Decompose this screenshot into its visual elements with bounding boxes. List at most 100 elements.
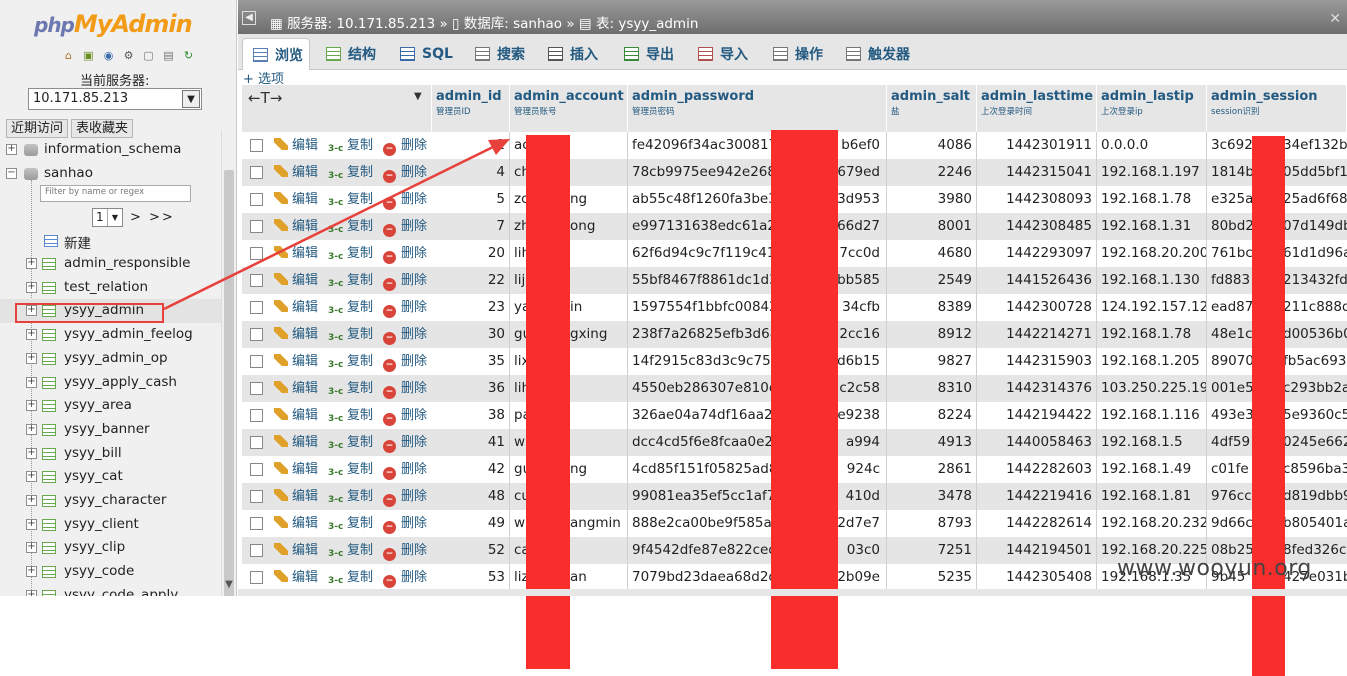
copy-button[interactable]: 3-c 复制	[328, 132, 373, 159]
cell-admin-id[interactable]: 53	[432, 564, 510, 591]
delete-button[interactable]: − 删除	[383, 537, 427, 564]
column-name[interactable]: admin_id	[436, 89, 502, 104]
cell-admin-lastip[interactable]: 103.250.225.195	[1097, 375, 1207, 402]
cell-admin-salt[interactable]: 8224	[887, 402, 977, 429]
tree-table-ysyy_character[interactable]: + ysyy_character	[0, 489, 222, 513]
copy-button[interactable]: 3-c 复制	[328, 348, 373, 375]
cell-admin-id[interactable]: 35	[432, 348, 510, 375]
row-checkbox[interactable]	[250, 193, 263, 206]
cell-admin-password[interactable]: 78cb9975ee942e2686 2679ed	[628, 159, 887, 186]
recent-tab[interactable]: 近期访问	[6, 119, 69, 138]
column-name[interactable]: admin_lastip	[1101, 89, 1194, 104]
cell-admin-lastip[interactable]: 192.168.1.78	[1097, 321, 1207, 348]
cell-admin-salt[interactable]: 4913	[887, 429, 977, 456]
column-header-admin_id[interactable]: admin_id 管理员ID	[432, 85, 510, 132]
cell-admin-lasttime[interactable]: 1442214271	[977, 321, 1097, 348]
tree-table-ysyy_apply_cash[interactable]: + ysyy_apply_cash	[0, 371, 222, 395]
cell-admin-id[interactable]: 36	[432, 375, 510, 402]
cell-admin-lasttime[interactable]: 1442194422	[977, 402, 1097, 429]
cell-admin-password[interactable]: 326ae04a74df16aa29 e9238	[628, 402, 887, 429]
reload-icon[interactable]: ↻	[180, 47, 197, 64]
cell-admin-id[interactable]: 49	[432, 510, 510, 537]
cell-admin-lastip[interactable]: 192.168.1.49	[1097, 456, 1207, 483]
cell-admin-lasttime[interactable]: 1442194501	[977, 537, 1097, 564]
edit-button[interactable]: 编辑	[274, 348, 318, 375]
column-header-admin_lastip[interactable]: admin_lastip 上次登录ip	[1097, 85, 1207, 132]
delete-button[interactable]: − 删除	[383, 267, 427, 294]
copy-button[interactable]: 3-c 复制	[328, 483, 373, 510]
delete-button[interactable]: − 删除	[383, 186, 427, 213]
delete-button[interactable]: − 删除	[383, 564, 427, 591]
tree-db-sanhao[interactable]: − sanhao	[0, 162, 222, 186]
edit-button[interactable]: 编辑	[274, 267, 318, 294]
horizontal-scrollbar[interactable]	[238, 589, 1347, 596]
cell-admin-id[interactable]: 1	[432, 132, 510, 159]
tab-structure[interactable]: 结构	[316, 38, 384, 70]
cell-admin-lastip[interactable]: 192.168.1.5	[1097, 429, 1207, 456]
cell-admin-lasttime[interactable]: 1442219416	[977, 483, 1097, 510]
page-select[interactable]: 1 ▼	[92, 208, 123, 227]
tab-insert[interactable]: 插入	[538, 38, 608, 70]
edit-button[interactable]: 编辑	[274, 456, 318, 483]
cell-admin-lastip[interactable]: 192.168.1.81	[1097, 483, 1207, 510]
tree-table-ysyy_bill[interactable]: + ysyy_bill	[0, 442, 222, 466]
scroll-down-icon[interactable]: ▼	[223, 579, 235, 590]
cell-admin-id[interactable]: 52	[432, 537, 510, 564]
tree-table-ysyy_admin_op[interactable]: + ysyy_admin_op	[0, 347, 222, 371]
cell-admin-lasttime[interactable]: 1442305408	[977, 564, 1097, 591]
tab-sql[interactable]: SQL	[390, 38, 458, 70]
exit-icon[interactable]: ▣	[80, 47, 97, 64]
tree-table-ysyy_clip[interactable]: + ysyy_clip	[0, 536, 222, 560]
cell-admin-lastip[interactable]: 192.168.1.116	[1097, 402, 1207, 429]
row-checkbox[interactable]	[250, 301, 263, 314]
cell-admin-salt[interactable]: 9827	[887, 348, 977, 375]
query-window-icon[interactable]: ◉	[100, 47, 117, 64]
copy-button[interactable]: 3-c 复制	[328, 240, 373, 267]
cell-admin-password[interactable]: 9f4542dfe87e822cec 03c0	[628, 537, 887, 564]
delete-button[interactable]: − 删除	[383, 510, 427, 537]
cell-admin-lasttime[interactable]: 1441526436	[977, 267, 1097, 294]
cell-admin-id[interactable]: 41	[432, 429, 510, 456]
cell-admin-id[interactable]: 42	[432, 456, 510, 483]
copy-button[interactable]: 3-c 复制	[328, 402, 373, 429]
cell-admin-salt[interactable]: 4680	[887, 240, 977, 267]
copy-button[interactable]: 3-c 复制	[328, 267, 373, 294]
tab-operations[interactable]: 操作	[763, 38, 830, 70]
cell-admin-salt[interactable]: 8001	[887, 213, 977, 240]
copy-button[interactable]: 3-c 复制	[328, 564, 373, 591]
cell-admin-id[interactable]: 22	[432, 267, 510, 294]
cell-admin-lasttime[interactable]: 1442315041	[977, 159, 1097, 186]
cell-admin-password[interactable]: 888e2ca00be9f585aa 2d7e7	[628, 510, 887, 537]
copy-button[interactable]: 3-c 复制	[328, 186, 373, 213]
cell-admin-id[interactable]: 30	[432, 321, 510, 348]
cell-admin-lasttime[interactable]: 1442315903	[977, 348, 1097, 375]
collapse-icon[interactable]: −	[6, 168, 17, 179]
delete-button[interactable]: − 删除	[383, 483, 427, 510]
breadcrumb-database[interactable]: 数据库: sanhao	[464, 16, 562, 32]
expand-icon[interactable]: +	[26, 376, 37, 388]
cell-admin-lastip[interactable]: 192.168.20.232	[1097, 510, 1207, 537]
cell-admin-id[interactable]: 5	[432, 186, 510, 213]
expand-icon[interactable]: +	[26, 518, 37, 530]
breadcrumb-server[interactable]: 服务器: 10.171.85.213	[287, 16, 435, 32]
cell-admin-lasttime[interactable]: 1440058463	[977, 429, 1097, 456]
expand-icon[interactable]: +	[26, 566, 37, 578]
copy-button[interactable]: 3-c 复制	[328, 321, 373, 348]
delete-button[interactable]: − 删除	[383, 213, 427, 240]
delete-button[interactable]: − 删除	[383, 240, 427, 267]
cell-admin-id[interactable]: 20	[432, 240, 510, 267]
row-checkbox[interactable]	[250, 139, 263, 152]
copy-button[interactable]: 3-c 复制	[328, 510, 373, 537]
cell-admin-lastip[interactable]: 192.168.20.200	[1097, 240, 1207, 267]
edit-button[interactable]: 编辑	[274, 537, 318, 564]
tree-table-ysyy_code_apply[interactable]: + ysyy_code_apply	[0, 584, 222, 596]
breadcrumb-table[interactable]: 表: ysyy_admin	[596, 16, 698, 32]
cell-admin-password[interactable]: 55bf8467f8861dc1d3 bb585	[628, 267, 887, 294]
cell-admin-id[interactable]: 23	[432, 294, 510, 321]
tree-table-ysyy_code[interactable]: + ysyy_code	[0, 560, 222, 584]
cell-admin-password[interactable]: 4cd85f151f05825ad8 924c	[628, 456, 887, 483]
expand-icon[interactable]: +	[26, 352, 37, 364]
expand-icon[interactable]: +	[26, 423, 37, 435]
edit-button[interactable]: 编辑	[274, 375, 318, 402]
row-checkbox[interactable]	[250, 355, 263, 368]
